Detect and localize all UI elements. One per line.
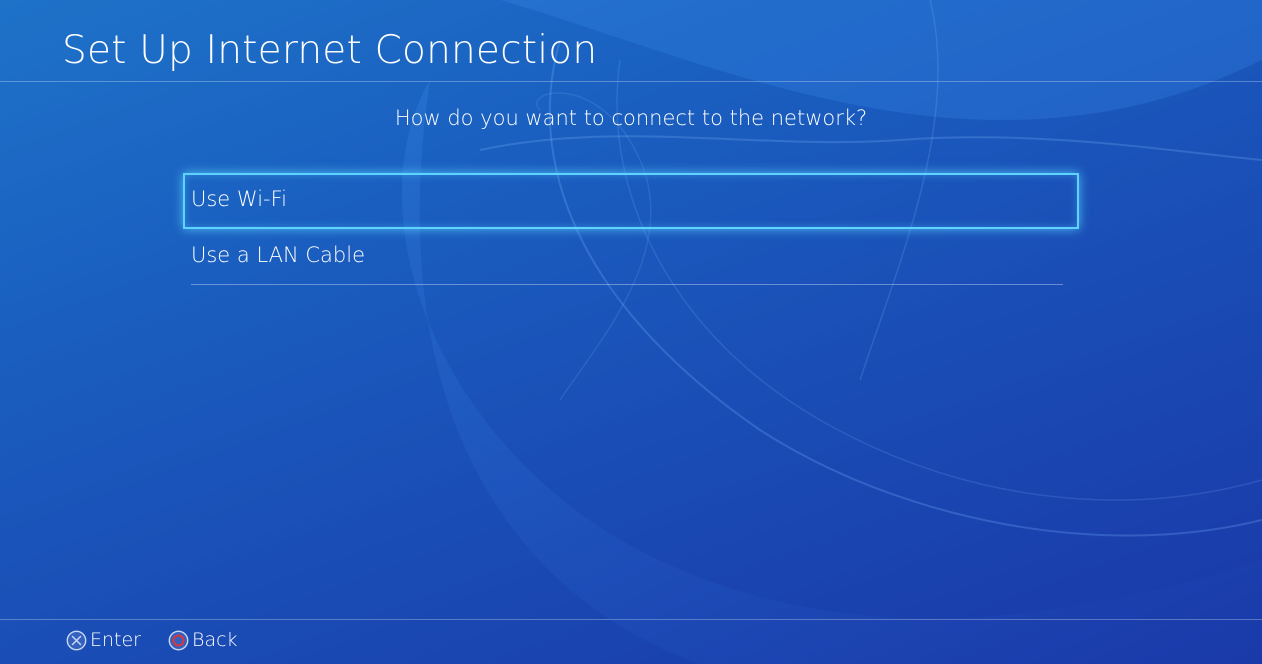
use-lan-cable-option[interactable]: Use a LAN Cable	[183, 230, 1079, 286]
enter-label: Enter	[90, 629, 141, 651]
option-divider	[191, 284, 1063, 285]
option-label: Use a LAN Cable	[191, 243, 365, 267]
option-label: Use Wi-Fi	[191, 187, 288, 211]
cross-button-icon	[66, 630, 87, 650]
enter-hint[interactable]: Enter	[66, 629, 141, 651]
header-bar: Set Up Internet Connection	[0, 0, 1262, 82]
back-label: Back	[192, 629, 238, 651]
background-waves	[401, 0, 1262, 664]
use-wifi-option[interactable]: Use Wi-Fi	[183, 173, 1079, 229]
footer-bar: Enter Back	[0, 619, 1262, 664]
connection-prompt: How do you want to connect to the networ…	[394, 106, 868, 130]
circle-button-icon	[168, 630, 189, 650]
back-hint[interactable]: Back	[168, 629, 238, 651]
page-title: Set Up Internet Connection	[62, 28, 598, 73]
